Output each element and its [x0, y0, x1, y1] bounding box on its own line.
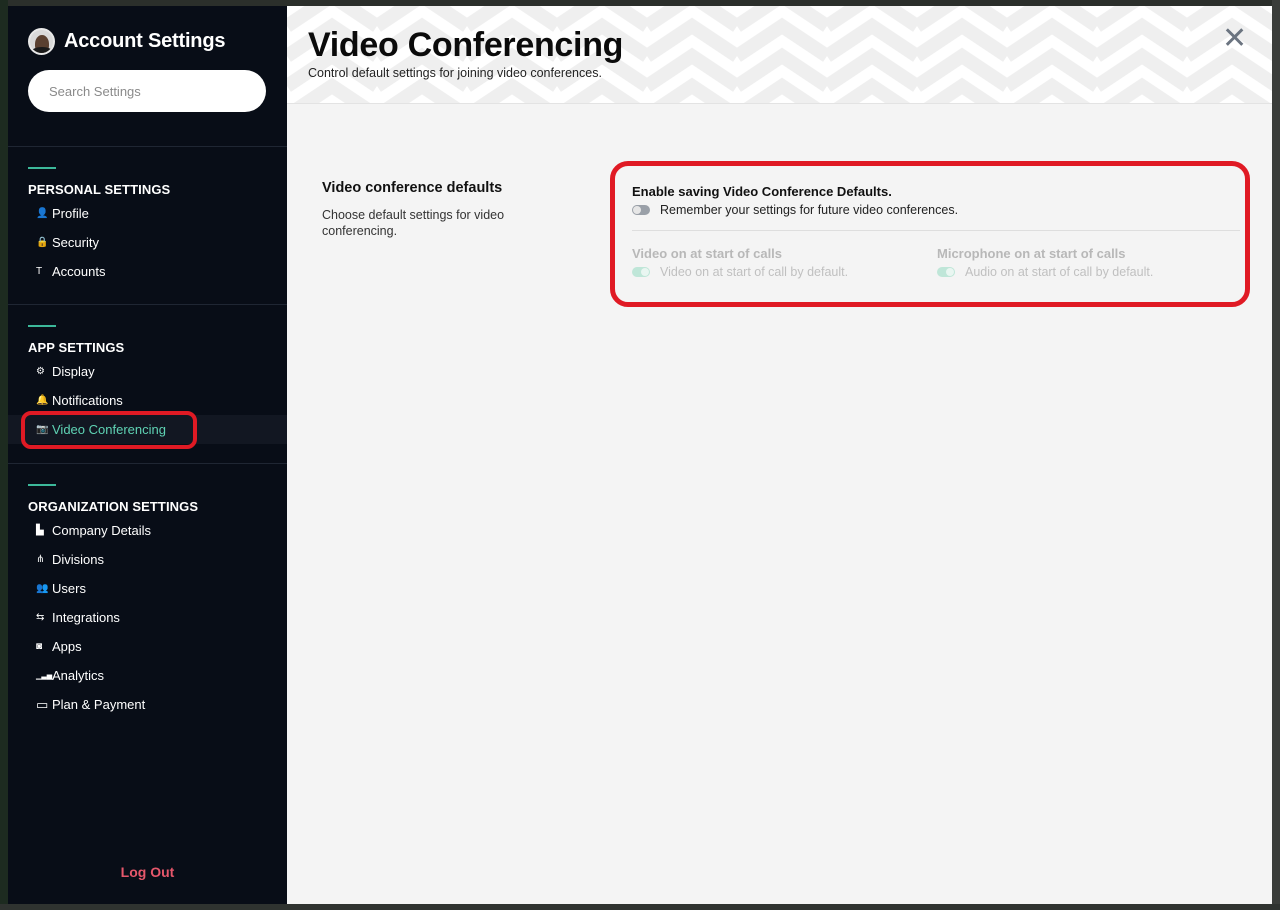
backdrop-bottom — [0, 904, 1280, 910]
search-input[interactable] — [28, 70, 266, 112]
section-description: Video conference defaults Choose default… — [322, 180, 552, 239]
sidebar-item-label: Apps — [52, 639, 82, 654]
sidebar-header: Account Settings — [8, 6, 287, 56]
arrows-icon: ⇆ — [36, 612, 45, 623]
sidebar-item-display[interactable]: ⚙ Display — [8, 357, 287, 386]
main-panel: Video Conferencing Control default setti… — [287, 6, 1272, 904]
page-subtitle: Control default settings for joining vid… — [308, 66, 602, 80]
building-icon: ▙ — [36, 525, 44, 536]
section-organization: ORGANIZATION SETTINGS ▙ Company Details … — [8, 463, 287, 719]
sidebar-item-divisions[interactable]: ⋔ Divisions — [8, 545, 287, 574]
section-text: Choose default settings for video confer… — [322, 208, 505, 238]
enable-defaults-toggle[interactable] — [632, 205, 650, 215]
apps-icon: ◙ — [36, 641, 43, 652]
sidebar-item-label: Display — [52, 364, 95, 379]
key-icon: T — [36, 266, 43, 277]
section-title-personal: PERSONAL SETTINGS — [28, 182, 171, 197]
lock-icon: 🔒 — [36, 237, 49, 248]
sidebar-item-security[interactable]: 🔒 Security — [8, 228, 287, 257]
sidebar-item-video-conferencing[interactable]: 📷 Video Conferencing — [8, 411, 287, 449]
sidebar-item-label: Integrations — [52, 610, 120, 625]
sidebar-item-label: Analytics — [52, 668, 105, 683]
sidebar-item-apps[interactable]: ◙ Apps — [8, 632, 287, 661]
sidebar-title: Account Settings — [64, 29, 226, 52]
mic-option-title: Microphone on at start of calls — [937, 246, 1126, 261]
video-option-desc: Video on at start of call by default. — [660, 265, 849, 279]
sidebar-item-label: Security — [52, 235, 99, 250]
sidebar-item-label: Video Conferencing — [52, 422, 166, 437]
sidebar-item-profile[interactable]: 👤 Profile — [8, 199, 287, 228]
options-panel-inner: Enable saving Video Conference Defaults.… — [632, 184, 1242, 279]
users-icon: 👥 — [36, 583, 49, 594]
sidebar-item-users[interactable]: 👥 Users — [8, 574, 287, 603]
sidebar-item-label: Plan & Payment — [52, 697, 146, 712]
backdrop-left — [0, 0, 8, 910]
gear-icon: ⚙ — [36, 366, 45, 377]
sidebar-item-label: Accounts — [52, 264, 106, 279]
person-icon: 👤 — [36, 208, 49, 219]
logout-button[interactable]: Log Out — [8, 864, 287, 880]
sidebar-item-label: Profile — [52, 206, 89, 221]
sidebar-item-notifications[interactable]: 🔔 Notifications — [8, 386, 287, 415]
section-heading: Video conference defaults — [322, 180, 503, 196]
sidebar-item-label: Notifications — [52, 393, 123, 408]
avatar-face-icon — [30, 35, 53, 53]
sidebar-item-label: Divisions — [52, 552, 105, 567]
sub-options: Video on at start of calls Video on at s… — [632, 246, 1242, 279]
section-app: APP SETTINGS ⚙ Display 🔔 Notifications 📷… — [8, 304, 287, 449]
close-button[interactable]: ✕ — [1222, 24, 1247, 54]
video-toggle[interactable] — [632, 267, 650, 277]
camera-icon: 📷 — [36, 424, 49, 435]
sidebar-item-company-details[interactable]: ▙ Company Details — [8, 516, 287, 545]
sidebar-item-label: Users — [52, 581, 86, 596]
mic-option-desc: Audio on at start of call by default. — [965, 265, 1154, 279]
section-title-organization: ORGANIZATION SETTINGS — [28, 499, 199, 514]
section-title-app: APP SETTINGS — [28, 340, 125, 355]
hierarchy-icon: ⋔ — [36, 554, 45, 565]
video-option-title: Video on at start of calls — [632, 246, 783, 261]
sidebar-item-accounts[interactable]: T Accounts — [8, 257, 287, 286]
main-header: Video Conferencing Control default setti… — [287, 6, 1272, 104]
backdrop-right — [1272, 0, 1280, 910]
bar-chart-icon: ▁▃▅ — [36, 672, 53, 680]
divider — [632, 230, 1240, 231]
settings-modal: Account Settings PERSONAL SETTINGS 👤 Pro… — [8, 6, 1272, 904]
enable-defaults-desc: Remember your settings for future video … — [660, 203, 959, 217]
section-personal: PERSONAL SETTINGS 👤 Profile 🔒 Security T… — [8, 146, 287, 286]
page-title: Video Conferencing — [308, 26, 624, 64]
enable-defaults-title: Enable saving Video Conference Defaults. — [632, 184, 892, 199]
sidebar-item-label: Company Details — [52, 523, 151, 538]
credit-card-icon: ▭ — [36, 696, 49, 712]
sidebar: Account Settings PERSONAL SETTINGS 👤 Pro… — [8, 6, 287, 904]
avatar[interactable] — [28, 27, 55, 55]
section-accent — [28, 167, 56, 169]
video-option-row: Video on at start of call by default. — [632, 265, 937, 279]
bell-icon: 🔔 — [36, 395, 49, 406]
sidebar-item-analytics[interactable]: ▁▃▅ Analytics — [8, 661, 287, 690]
mic-option-row: Audio on at start of call by default. — [937, 265, 1242, 279]
enable-defaults-row: Remember your settings for future video … — [632, 203, 1242, 217]
options-panel: Enable saving Video Conference Defaults.… — [610, 161, 1250, 307]
mic-toggle[interactable] — [937, 267, 955, 277]
sidebar-item-plan-payment[interactable]: ▭ Plan & Payment — [8, 690, 287, 719]
section-accent — [28, 484, 56, 486]
section-accent — [28, 325, 56, 327]
video-option: Video on at start of calls Video on at s… — [632, 246, 937, 279]
sidebar-item-integrations[interactable]: ⇆ Integrations — [8, 603, 287, 632]
mic-option: Microphone on at start of calls Audio on… — [937, 246, 1242, 279]
